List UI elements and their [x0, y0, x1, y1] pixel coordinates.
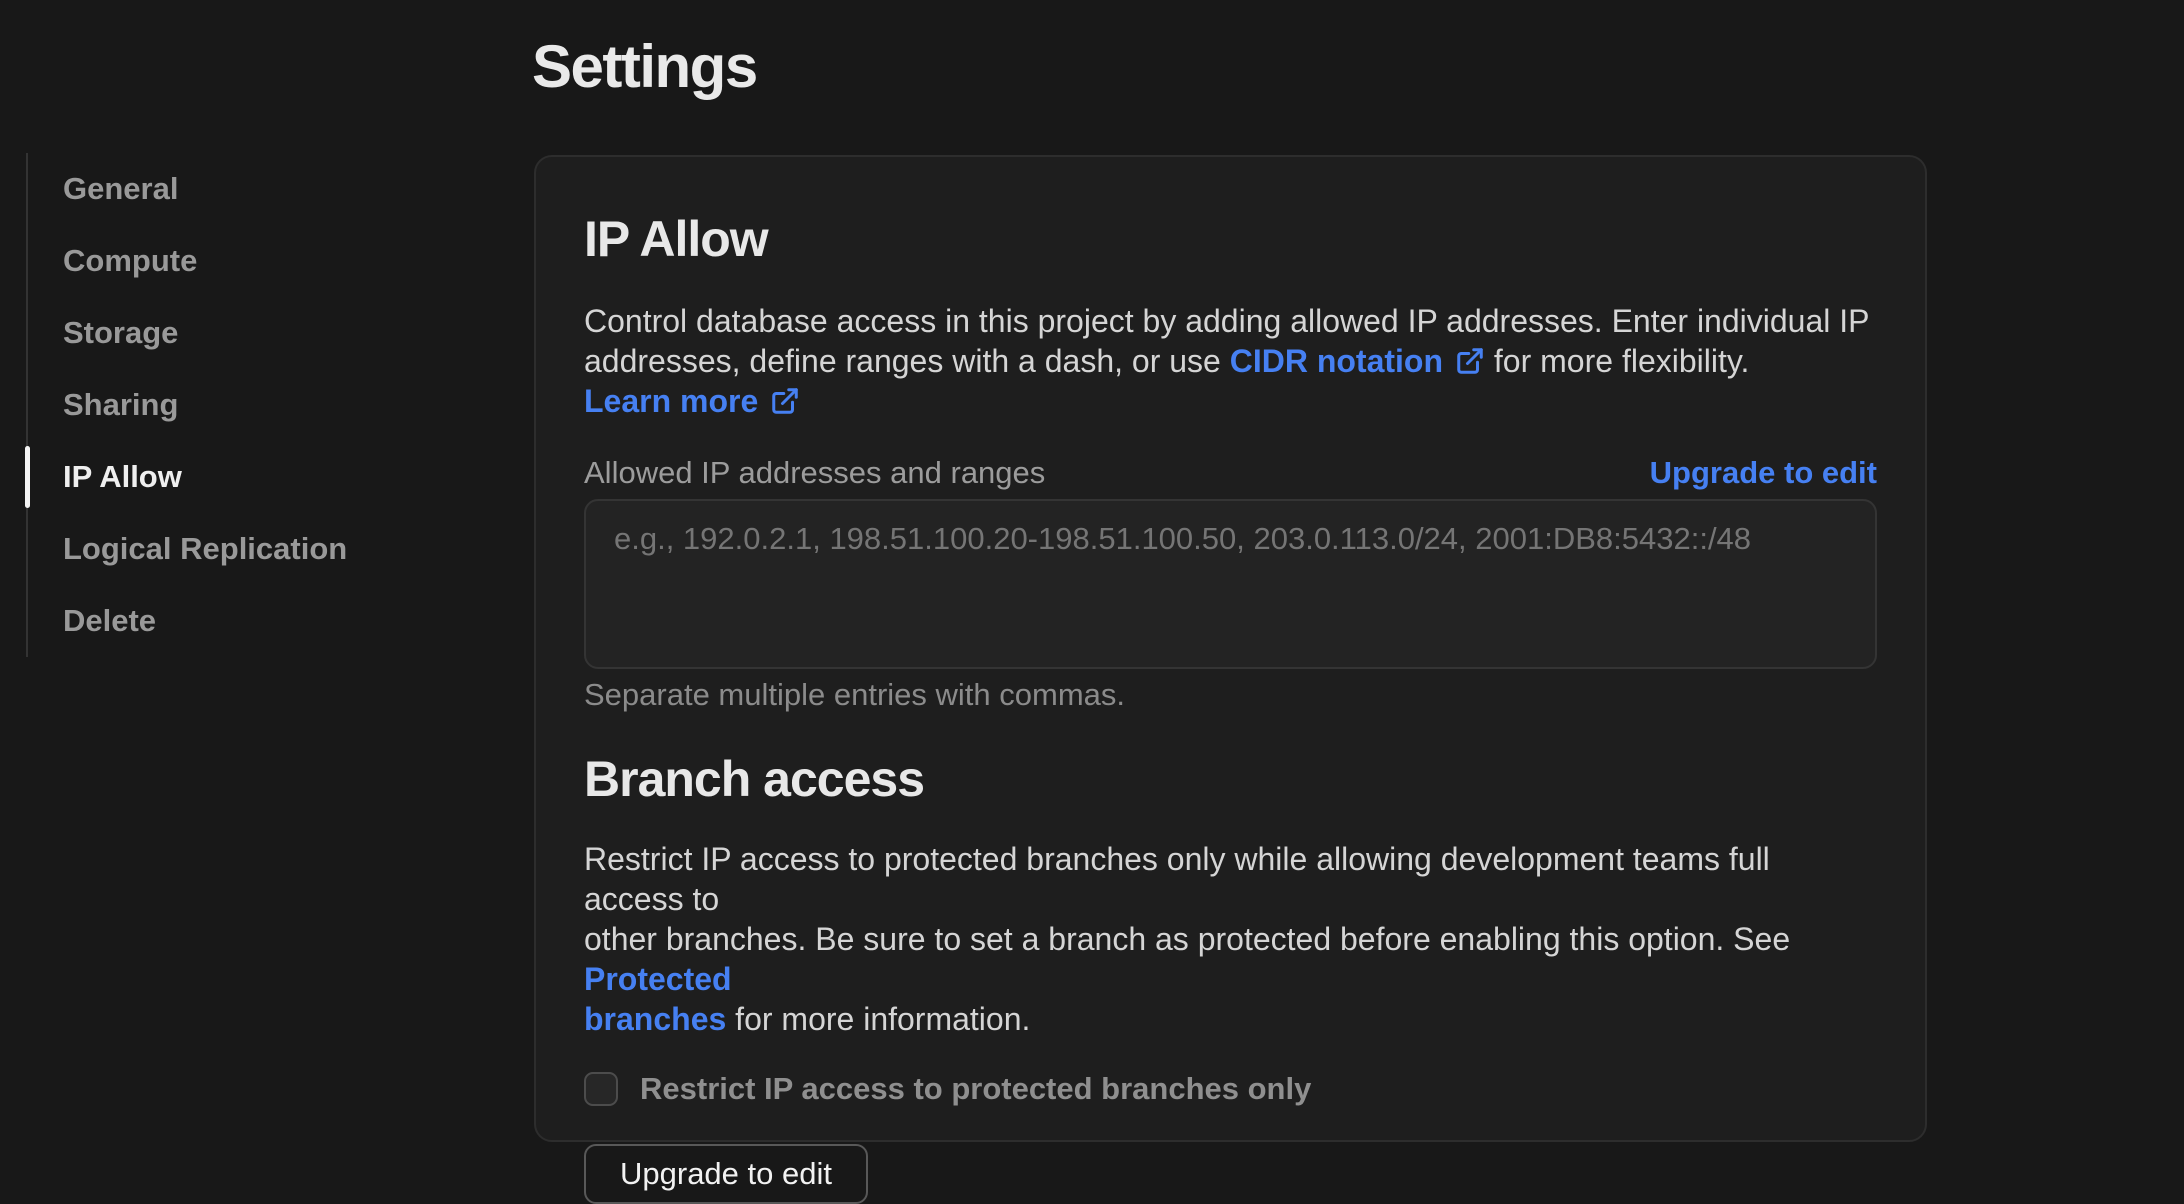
- upgrade-to-edit-link[interactable]: Upgrade to edit: [1650, 455, 1877, 491]
- sidebar-item-label: Delete: [63, 603, 157, 638]
- settings-sidebar: General Compute Storage Sharing IP Allow Logi…: [25, 153, 456, 657]
- learn-more-link[interactable]: Learn more: [584, 381, 800, 421]
- ip-allow-description-line1: Control database access in this project …: [584, 303, 1870, 339]
- external-link-icon: [1457, 348, 1483, 374]
- sidebar-item-label: IP Allow: [63, 459, 182, 494]
- ip-allow-description: Control database access in this project …: [584, 301, 1877, 421]
- ip-allow-heading: IP Allow: [584, 211, 769, 267]
- sidebar-item-label: Logical Replication: [63, 531, 348, 566]
- allowed-ip-field-row: Allowed IP addresses and ranges Upgrade …: [584, 455, 1877, 491]
- sidebar-item-label: Compute: [63, 243, 198, 278]
- restrict-ip-checkbox-row: Restrict IP access to protected branches…: [584, 1071, 1877, 1107]
- sidebar-item-delete[interactable]: Delete: [26, 585, 456, 657]
- upgrade-to-edit-button[interactable]: Upgrade to edit: [584, 1144, 868, 1204]
- page-title: Settings: [532, 33, 758, 100]
- sidebar-item-general[interactable]: General: [26, 153, 456, 225]
- external-link-icon: [772, 388, 799, 414]
- protected-branches-link[interactable]: branches: [584, 999, 726, 1039]
- branch-access-description-line1: Restrict IP access to protected branches…: [584, 841, 1770, 917]
- sidebar-item-sharing[interactable]: Sharing: [26, 369, 456, 441]
- allowed-ip-textarea[interactable]: [584, 499, 1877, 669]
- restrict-ip-checkbox-label: Restrict IP access to protected branches…: [640, 1071, 1312, 1106]
- settings-card: IP Allow Control database access in this…: [534, 155, 1927, 1204]
- sidebar-item-logical-replication[interactable]: Logical Replication: [26, 513, 456, 585]
- cidr-notation-link[interactable]: CIDR notation: [1230, 341, 1485, 381]
- branch-access-description-line2: other branches. Be sure to set a branch …: [584, 921, 1791, 999]
- restrict-ip-checkbox[interactable]: [584, 1072, 618, 1106]
- protected-branches-link[interactable]: Protected: [584, 959, 732, 999]
- sidebar-item-label: General: [63, 171, 179, 206]
- allowed-ip-label: Allowed IP addresses and ranges: [584, 455, 1046, 490]
- sidebar-item-compute[interactable]: Compute: [26, 225, 456, 297]
- ip-allow-description-line2: addresses, define ranges with a dash, or…: [584, 341, 1750, 421]
- sidebar-item-ip-allow[interactable]: IP Allow: [25, 441, 456, 513]
- sidebar-item-label: Sharing: [63, 387, 179, 422]
- branch-access-description: Restrict IP access to protected branches…: [584, 839, 1877, 1039]
- branch-access-heading: Branch access: [584, 751, 925, 807]
- sidebar-item-storage[interactable]: Storage: [26, 297, 456, 369]
- branch-access-description-line3: branches for more information.: [584, 999, 1031, 1039]
- sidebar-item-label: Storage: [63, 315, 179, 350]
- allowed-ip-helper-text: Separate multiple entries with commas.: [584, 677, 1126, 712]
